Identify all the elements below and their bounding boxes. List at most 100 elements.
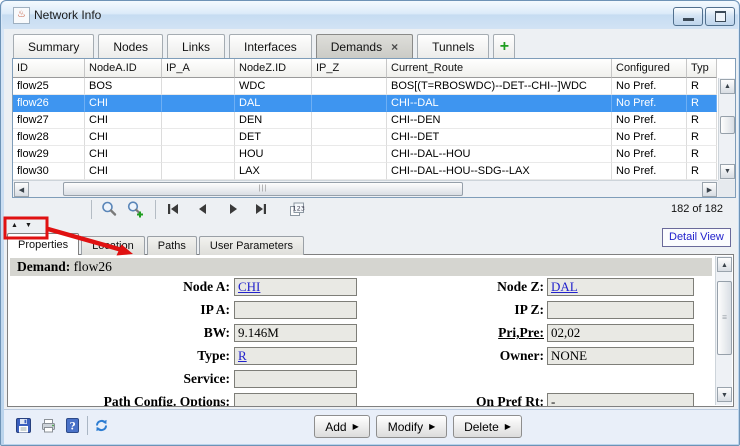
table-cell[interactable]: DEN	[235, 112, 312, 129]
zoom-search-icon[interactable]	[100, 200, 118, 218]
table-cell[interactable]	[162, 78, 235, 95]
table-cell[interactable]: CHI--DEN	[387, 112, 612, 129]
field-on-pref-rt[interactable]: -	[547, 393, 694, 407]
goto-record-number-icon[interactable]: 123	[288, 200, 306, 218]
tab-nodes[interactable]: Nodes	[98, 34, 163, 58]
table-cell[interactable]: R	[687, 112, 717, 129]
vertical-scroll-thumb[interactable]	[720, 116, 735, 134]
subtab-location[interactable]: Location	[81, 236, 145, 255]
close-tab-icon[interactable]: ×	[391, 42, 398, 52]
table-cell[interactable]: R	[687, 95, 717, 112]
panel-scroll-thumb[interactable]: ≡	[717, 281, 732, 355]
tab-interfaces[interactable]: Interfaces	[229, 34, 312, 58]
add-tab-button[interactable]: +	[493, 34, 515, 58]
table-cell[interactable]: No Pref.	[612, 112, 687, 129]
splitter-collapse-control[interactable]: ▲▼	[11, 222, 39, 229]
column-header-typ[interactable]: Typ	[687, 59, 717, 78]
field-value[interactable]: DAL	[551, 279, 578, 294]
table-cell[interactable]	[162, 112, 235, 129]
panel-vertical-scrollbar[interactable]: ▲ ≡ ▼	[715, 256, 732, 405]
tab-summary[interactable]: Summary	[13, 34, 94, 58]
help-icon[interactable]: ?	[64, 417, 81, 434]
table-cell[interactable]: R	[687, 78, 717, 95]
table-cell[interactable]	[162, 146, 235, 163]
table-cell[interactable]: No Pref.	[612, 95, 687, 112]
panel-scroll-up-button[interactable]: ▲	[717, 257, 732, 272]
horizontal-scroll-thumb[interactable]: |||	[63, 182, 463, 196]
add-button[interactable]: Add▶	[314, 415, 370, 438]
table-cell[interactable]: CHI--DAL--HOU	[387, 146, 612, 163]
field-node-z[interactable]: DAL	[547, 278, 694, 296]
table-cell[interactable]: flow28	[13, 129, 85, 146]
table-cell[interactable]: CHI--DET	[387, 129, 612, 146]
delete-button[interactable]: Delete▶	[453, 415, 522, 438]
table-cell[interactable]	[312, 78, 387, 95]
column-header-ip-a[interactable]: IP_A	[162, 59, 235, 78]
panel-scroll-down-button[interactable]: ▼	[717, 387, 732, 402]
table-cell[interactable]: flow26	[13, 95, 85, 112]
table-cell[interactable]: flow25	[13, 78, 85, 95]
field-service[interactable]	[234, 370, 357, 388]
table-cell[interactable]: CHI	[85, 163, 162, 180]
last-record-icon[interactable]	[252, 200, 270, 218]
save-icon[interactable]	[15, 417, 32, 434]
column-header-nodez-id[interactable]: NodeZ.ID	[235, 59, 312, 78]
table-cell[interactable]: DET	[235, 129, 312, 146]
table-cell[interactable]: CHI	[85, 95, 162, 112]
field-owner[interactable]: NONE	[547, 347, 694, 365]
tab-demands[interactable]: Demands×	[316, 34, 413, 58]
column-header-nodea-id[interactable]: NodeA.ID	[85, 59, 162, 78]
table-row[interactable]: flow29CHIHOUCHI--DAL--HOUNo Pref.R	[13, 146, 718, 163]
table-cell[interactable]: No Pref.	[612, 129, 687, 146]
print-icon[interactable]	[40, 417, 57, 434]
first-record-icon[interactable]	[164, 200, 182, 218]
table-cell[interactable]: BOS[(T=RBOSWDC)--DET--CHI--]WDC	[387, 78, 612, 95]
tab-tunnels[interactable]: Tunnels	[417, 34, 489, 58]
column-header-configured[interactable]: Configured	[612, 59, 687, 78]
table-cell[interactable]: flow27	[13, 112, 85, 129]
table-cell[interactable]	[312, 112, 387, 129]
table-cell[interactable]: LAX	[235, 163, 312, 180]
field-value[interactable]: CHI	[238, 279, 260, 294]
table-horizontal-scrollbar[interactable]: ◀ ||| ▶	[13, 180, 718, 197]
table-cell[interactable]: DAL	[235, 95, 312, 112]
table-cell[interactable]: CHI	[85, 129, 162, 146]
scroll-down-button[interactable]: ▼	[720, 164, 735, 179]
table-cell[interactable]	[312, 163, 387, 180]
minimize-button[interactable]	[673, 7, 703, 26]
column-header-id[interactable]: ID	[13, 59, 85, 78]
table-row[interactable]: flow27CHI DEN CHI--DENNo Pref.R	[13, 112, 718, 129]
table-row[interactable]: flow28CHIDETCHI--DETNo Pref.R	[13, 129, 718, 146]
table-cell[interactable]: CHI--DAL	[387, 95, 612, 112]
modify-button[interactable]: Modify▶	[376, 415, 447, 438]
detail-view-button[interactable]: Detail View	[662, 228, 731, 247]
field-label-pri-pre[interactable]: Pri,Pre:	[338, 325, 544, 341]
refresh-icon[interactable]	[93, 417, 110, 434]
previous-record-icon[interactable]	[194, 200, 212, 218]
table-cell[interactable]	[312, 129, 387, 146]
subtab-properties[interactable]: Properties	[7, 233, 79, 255]
table-cell[interactable]: CHI--DAL--HOU--SDG--LAX	[387, 163, 612, 180]
field-pri-pre[interactable]: 02,02	[547, 324, 694, 342]
table-cell[interactable]: CHI	[85, 146, 162, 163]
table-cell[interactable]: HOU	[235, 146, 312, 163]
scroll-right-button[interactable]: ▶	[702, 182, 717, 197]
table-cell[interactable]	[162, 163, 235, 180]
table-cell[interactable]: WDC	[235, 78, 312, 95]
scroll-up-button[interactable]: ▲	[720, 79, 735, 94]
table-cell[interactable]: CHI	[85, 112, 162, 129]
subtab-user-parameters[interactable]: User Parameters	[199, 236, 304, 255]
subtab-paths[interactable]: Paths	[147, 236, 197, 255]
table-cell[interactable]: BOS	[85, 78, 162, 95]
table-cell[interactable]	[312, 95, 387, 112]
column-header-current-route[interactable]: Current_Route	[387, 59, 612, 78]
table-cell[interactable]: R	[687, 146, 717, 163]
table-vertical-scrollbar[interactable]: ▲ ▼	[718, 78, 735, 180]
table-cell[interactable]: No Pref.	[612, 163, 687, 180]
field-value[interactable]: R	[238, 348, 247, 363]
field-ip-z[interactable]	[547, 301, 694, 319]
table-row[interactable]: flow25BOS WDC BOS[(T=RBOSWDC)--DET--CHI--]…	[13, 78, 718, 95]
table-cell[interactable]	[162, 129, 235, 146]
table-row[interactable]: flow30CHI LAX CHI--DAL--HOU--SDG--LAXNo Pr…	[13, 163, 718, 180]
table-cell[interactable]: flow30	[13, 163, 85, 180]
